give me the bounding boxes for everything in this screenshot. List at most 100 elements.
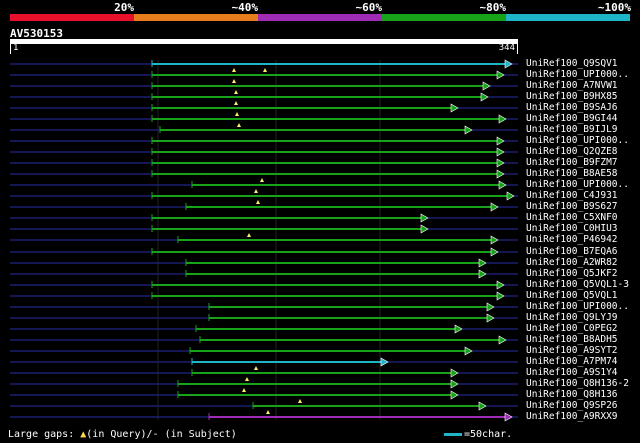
- hit-arrow-head-icon: [498, 180, 507, 190]
- hit-row[interactable]: [10, 269, 518, 279]
- hit-row[interactable]: [10, 377, 518, 389]
- gap-marker-icon: [256, 200, 260, 204]
- hit-label[interactable]: UniRef100_Q5VQL1: [526, 290, 618, 301]
- hit-arrow-head-icon: [464, 346, 473, 356]
- hit-label[interactable]: UniRef100_B9S627: [526, 201, 618, 212]
- hit-row[interactable]: [10, 79, 518, 91]
- hit-label[interactable]: UniRef100_UPI000..: [526, 135, 629, 146]
- hit-label[interactable]: UniRef100_Q2QZE8: [526, 146, 618, 157]
- hit-arrow-head-icon: [478, 258, 487, 268]
- hit-arrow-head-icon: [450, 368, 459, 378]
- hit-row[interactable]: [10, 224, 518, 234]
- hit-arrow-head-icon: [486, 302, 495, 312]
- hit-arrow-head-icon: [490, 202, 499, 212]
- hit-label[interactable]: UniRef100_Q8H136: [526, 389, 618, 400]
- gap-marker-icon: [245, 377, 249, 381]
- hit-arrow-head-icon: [450, 390, 459, 400]
- hit-label[interactable]: UniRef100_B8ADH5: [526, 334, 618, 345]
- hit-row[interactable]: [10, 280, 518, 290]
- hit-row[interactable]: [10, 178, 518, 190]
- hit-row[interactable]: [10, 388, 518, 400]
- hit-row[interactable]: [10, 313, 518, 323]
- hit-label[interactable]: UniRef100_C0PEG2: [526, 323, 618, 334]
- hit-label[interactable]: UniRef100_UPI000..: [526, 179, 629, 190]
- hit-label[interactable]: UniRef100_B9GI44: [526, 113, 618, 124]
- hit-row[interactable]: [10, 169, 518, 179]
- hit-label[interactable]: UniRef100_C5XNF0: [526, 212, 618, 223]
- gap-marker-icon: [247, 233, 251, 237]
- hit-row[interactable]: [10, 324, 518, 334]
- gap-marker-icon: [242, 388, 246, 392]
- hit-row[interactable]: [10, 101, 518, 113]
- hit-arrow-head-icon: [380, 357, 389, 367]
- hit-label[interactable]: UniRef100_B7EQA6: [526, 246, 618, 257]
- hit-row[interactable]: [10, 123, 518, 135]
- hit-row[interactable]: [10, 335, 518, 345]
- hit-label[interactable]: UniRef100_Q5VQL1-3: [526, 279, 629, 290]
- hit-label[interactable]: UniRef100_C0HIU3: [526, 223, 618, 234]
- gap-marker-icon: [234, 90, 238, 94]
- hit-row[interactable]: [10, 247, 518, 257]
- hit-label[interactable]: UniRef100_Q5JKF2: [526, 268, 618, 279]
- hit-arrow-head-icon: [496, 280, 505, 290]
- hit-row[interactable]: [10, 302, 518, 312]
- hit-label[interactable]: UniRef100_B9HX85: [526, 91, 618, 102]
- hit-row[interactable]: [10, 291, 518, 301]
- hit-arrow-head-icon: [506, 191, 515, 201]
- gap-legend: Large gaps: ▲(in Query)/- (in Subject): [8, 429, 237, 440]
- hit-row[interactable]: [10, 158, 518, 168]
- hit-label[interactable]: UniRef100_A9RXX9: [526, 411, 618, 422]
- hit-label[interactable]: UniRef100_B9FZM7: [526, 157, 618, 168]
- hit-row[interactable]: [10, 213, 518, 223]
- hit-arrow-head-icon: [490, 247, 499, 257]
- hit-label[interactable]: UniRef100_A9S1Y4: [526, 367, 618, 378]
- hit-label[interactable]: UniRef100_A9SYT2: [526, 345, 618, 356]
- hit-arrow-head-icon: [496, 169, 505, 179]
- hit-row[interactable]: [10, 258, 518, 268]
- hit-label[interactable]: UniRef100_A2WR82: [526, 257, 618, 268]
- gap-marker-icon: [234, 101, 238, 105]
- hit-row[interactable]: [10, 357, 518, 367]
- hit-label[interactable]: UniRef100_UPI000..: [526, 301, 629, 312]
- hit-row[interactable]: [10, 233, 518, 245]
- hit-label[interactable]: UniRef100_B8AE58: [526, 168, 618, 179]
- hit-row[interactable]: [10, 112, 518, 124]
- hit-arrow-head-icon: [450, 103, 459, 113]
- hit-arrow-head-icon: [450, 379, 459, 389]
- hit-row[interactable]: [10, 200, 518, 212]
- hit-label[interactable]: UniRef100_Q9LYJ9: [526, 312, 618, 323]
- hit-label[interactable]: UniRef100_A7NVW1: [526, 80, 618, 91]
- hit-row[interactable]: [10, 346, 518, 356]
- hit-label[interactable]: UniRef100_B9SAJ6: [526, 102, 618, 113]
- hit-label[interactable]: UniRef100_Q9SP26: [526, 400, 618, 411]
- hit-arrow-head-icon: [490, 235, 499, 245]
- hit-row[interactable]: [10, 90, 518, 102]
- gap-legend-subject: (in Subject): [158, 429, 237, 440]
- hit-row[interactable]: [10, 59, 518, 69]
- hit-arrow-head-icon: [486, 313, 495, 323]
- hit-label[interactable]: UniRef100_Q8H136-2: [526, 378, 629, 389]
- hit-arrow-head-icon: [482, 81, 491, 91]
- hit-label[interactable]: UniRef100_UPI000..: [526, 69, 629, 80]
- hit-row[interactable]: [10, 399, 518, 411]
- hit-row[interactable]: [10, 366, 518, 378]
- length-scale-legend: =50char.: [444, 429, 512, 440]
- scale-label: =50char.: [464, 429, 513, 440]
- hit-label[interactable]: UniRef100_P46942: [526, 234, 618, 245]
- hit-arrow-head-icon: [478, 269, 487, 279]
- hit-row[interactable]: [10, 136, 518, 146]
- hit-label[interactable]: UniRef100_A7PM74: [526, 356, 618, 367]
- hit-arrow-head-icon: [498, 335, 507, 345]
- hit-arrow-head-icon: [496, 70, 505, 80]
- hit-row[interactable]: [10, 68, 518, 80]
- hit-arrow-head-icon: [498, 114, 507, 124]
- gap-marker-icon: [254, 189, 258, 193]
- hit-label[interactable]: UniRef100_C4J931: [526, 190, 618, 201]
- hit-arrow-head-icon: [496, 147, 505, 157]
- hit-row[interactable]: [10, 189, 518, 201]
- hit-label[interactable]: UniRef100_Q9SQV1: [526, 58, 618, 69]
- hit-row[interactable]: [10, 410, 518, 422]
- hit-arrow-head-icon: [464, 125, 473, 135]
- hit-row[interactable]: [10, 147, 518, 157]
- hit-label[interactable]: UniRef100_B9IJL9: [526, 124, 618, 135]
